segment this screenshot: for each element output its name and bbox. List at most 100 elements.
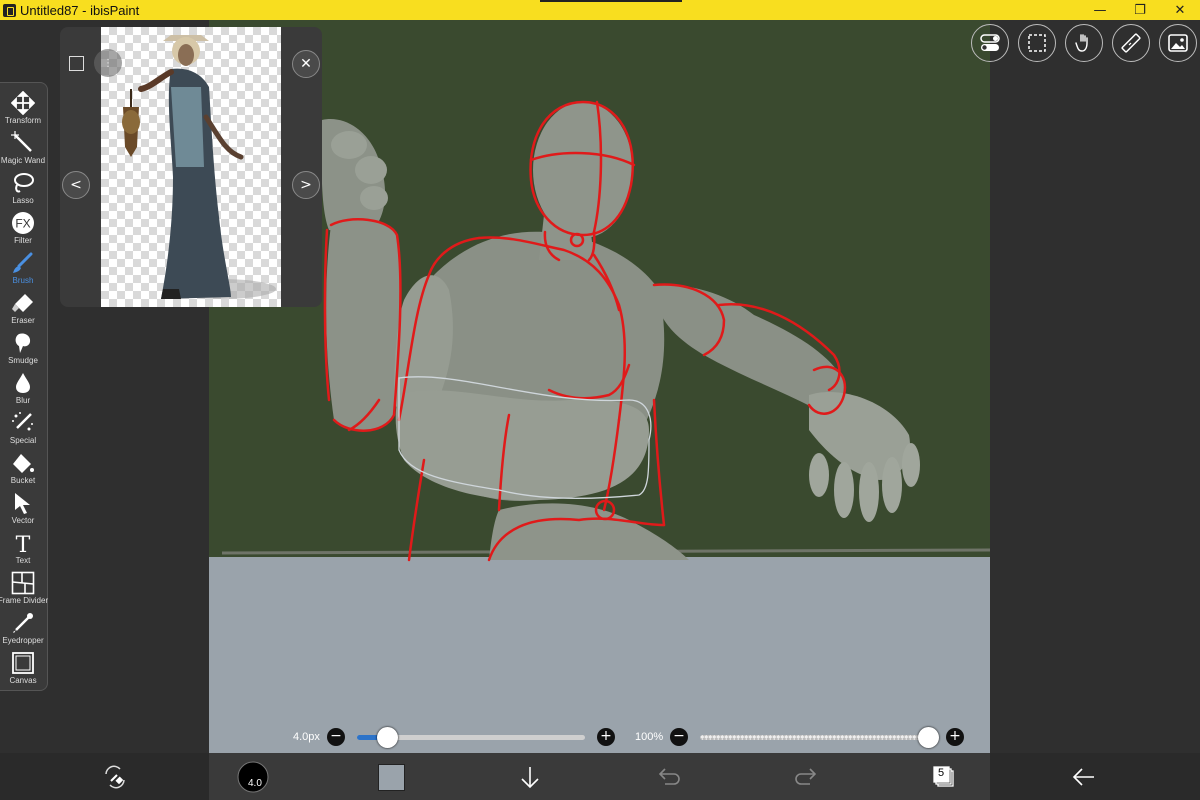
text-icon: T	[16, 533, 31, 555]
redo-button[interactable]	[791, 761, 823, 793]
tool-label: Blur	[15, 396, 31, 405]
close-icon: ✕	[300, 56, 312, 72]
tool-special[interactable]: Special	[0, 407, 46, 447]
restore-icon: ❐	[1134, 2, 1146, 18]
tool-eyedropper[interactable]: Eyedropper	[0, 607, 46, 647]
window-title: Untitled87 - ibisPaint	[20, 2, 140, 18]
reference-figure	[122, 35, 276, 299]
reference-window[interactable]: ⋮ ✕ < >	[60, 27, 322, 307]
swap-tool-button[interactable]	[99, 761, 131, 793]
reference-prev-button[interactable]: <	[62, 171, 90, 199]
mannequin-drawing	[221, 100, 990, 562]
opacity-minus-button[interactable]: −	[670, 728, 688, 746]
ruler-button[interactable]	[1112, 24, 1150, 62]
selection-icon	[1028, 34, 1046, 52]
fx-icon: FX	[12, 212, 34, 234]
move-arrows-icon	[11, 91, 35, 115]
tool-label: Special	[9, 436, 37, 445]
tool-label: Brush	[12, 276, 34, 285]
brush-slider-bar: 4.0px − + 100% − +	[209, 722, 990, 752]
tool-filter[interactable]: FX Filter	[0, 207, 46, 247]
tool-brush[interactable]: Brush	[0, 247, 46, 287]
minus-icon: −	[330, 728, 342, 744]
plus-icon: +	[600, 728, 612, 744]
back-button[interactable]	[1068, 761, 1100, 793]
ibispaint-window: Untitled87 - ibisPaint — ❐ ✕ ⋮ ✕ < > Tra…	[0, 0, 1200, 800]
tool-transform[interactable]: Transform	[0, 87, 46, 127]
tool-magic-wand[interactable]: Magic Wand	[0, 127, 46, 167]
minimize-icon: —	[1093, 2, 1107, 18]
close-window-button[interactable]: ✕	[1160, 0, 1200, 20]
tool-palette: Transform Magic Wand Lasso FX Filter Bru…	[0, 82, 48, 691]
tool-label: Lasso	[12, 196, 34, 205]
special-pen-icon	[12, 412, 33, 431]
tool-label: Eyedropper	[2, 636, 44, 645]
tool-vector[interactable]: Vector	[0, 487, 46, 527]
eyedropper-icon	[13, 613, 33, 633]
tool-label: Canvas	[9, 676, 37, 685]
tool-blur[interactable]: Blur	[0, 367, 46, 407]
restore-button[interactable]: ❐	[1120, 0, 1160, 20]
minimize-button[interactable]: —	[1080, 0, 1120, 20]
undo-icon	[658, 768, 680, 785]
tool-smudge[interactable]: Smudge	[0, 327, 46, 367]
eraser-icon	[12, 294, 33, 312]
opacity-slider[interactable]	[700, 727, 939, 748]
selection-button[interactable]	[1018, 24, 1056, 62]
tool-eraser[interactable]: Eraser	[0, 287, 46, 327]
brush-size-knob[interactable]	[376, 727, 398, 748]
reference-options-button[interactable]: ⋮	[94, 49, 122, 77]
material-button[interactable]	[1159, 24, 1197, 62]
tool-label: Frame Divider	[0, 596, 49, 605]
reference-select-button[interactable]	[62, 49, 90, 77]
smudge-icon	[15, 333, 31, 353]
hand-gesture-button[interactable]	[1065, 24, 1103, 62]
tool-label: Smudge	[8, 356, 38, 365]
tool-bucket[interactable]: Bucket	[0, 447, 46, 487]
color-swatch-button[interactable]	[375, 761, 407, 793]
ruler-icon	[1121, 33, 1141, 53]
lasso-icon	[14, 173, 34, 193]
undo-button[interactable]	[652, 761, 684, 793]
layers-button[interactable]: 5	[928, 761, 960, 793]
arrow-down-icon	[521, 767, 539, 789]
reference-close-button[interactable]: ✕	[292, 50, 320, 78]
drop-icon	[16, 373, 30, 393]
reference-next-button[interactable]: >	[292, 171, 320, 199]
brush-size-slider[interactable]	[357, 727, 585, 748]
dots-icon: ⋮	[103, 57, 113, 69]
frame-divider-icon	[11, 571, 35, 595]
close-icon: ✕	[1174, 2, 1186, 18]
brush-size-minus-button[interactable]: −	[327, 728, 345, 746]
arrow-left-icon	[1072, 768, 1094, 786]
toggle-settings-button[interactable]	[971, 24, 1009, 62]
tool-frame-divider[interactable]: Frame Divider	[0, 567, 49, 607]
layer-down-button[interactable]	[514, 761, 546, 793]
brush-size-plus-button[interactable]: +	[597, 728, 615, 746]
fx-text: FX	[15, 217, 30, 231]
text-glyph: T	[16, 533, 31, 555]
tool-canvas[interactable]: Canvas	[0, 647, 46, 687]
tool-label: Eraser	[11, 316, 35, 325]
tool-label: Magic Wand	[0, 156, 46, 165]
minus-icon: −	[673, 728, 685, 744]
opacity-knob[interactable]	[918, 727, 939, 748]
brush-icon	[13, 252, 33, 273]
brush-size-indicator[interactable]: 4.0	[237, 761, 269, 793]
tool-label: Transform	[4, 116, 42, 125]
redo-icon	[795, 768, 817, 785]
drawing-canvas[interactable]	[209, 20, 990, 753]
cursor-icon	[15, 493, 30, 514]
brush-size-value: 4.0px	[293, 731, 320, 743]
tool-lasso[interactable]: Lasso	[0, 167, 46, 207]
tool-label: Vector	[11, 516, 35, 525]
square-icon	[68, 55, 84, 71]
tool-label: Text	[15, 556, 31, 565]
layer-count: 5	[938, 767, 945, 779]
tool-text[interactable]: T Text	[0, 527, 46, 567]
tool-label: Filter	[14, 236, 32, 245]
tool-label: Bucket	[10, 476, 36, 485]
toggle-settings-icon	[980, 34, 1000, 51]
opacity-plus-button[interactable]: +	[946, 728, 964, 746]
chevron-right-icon: >	[300, 177, 312, 193]
